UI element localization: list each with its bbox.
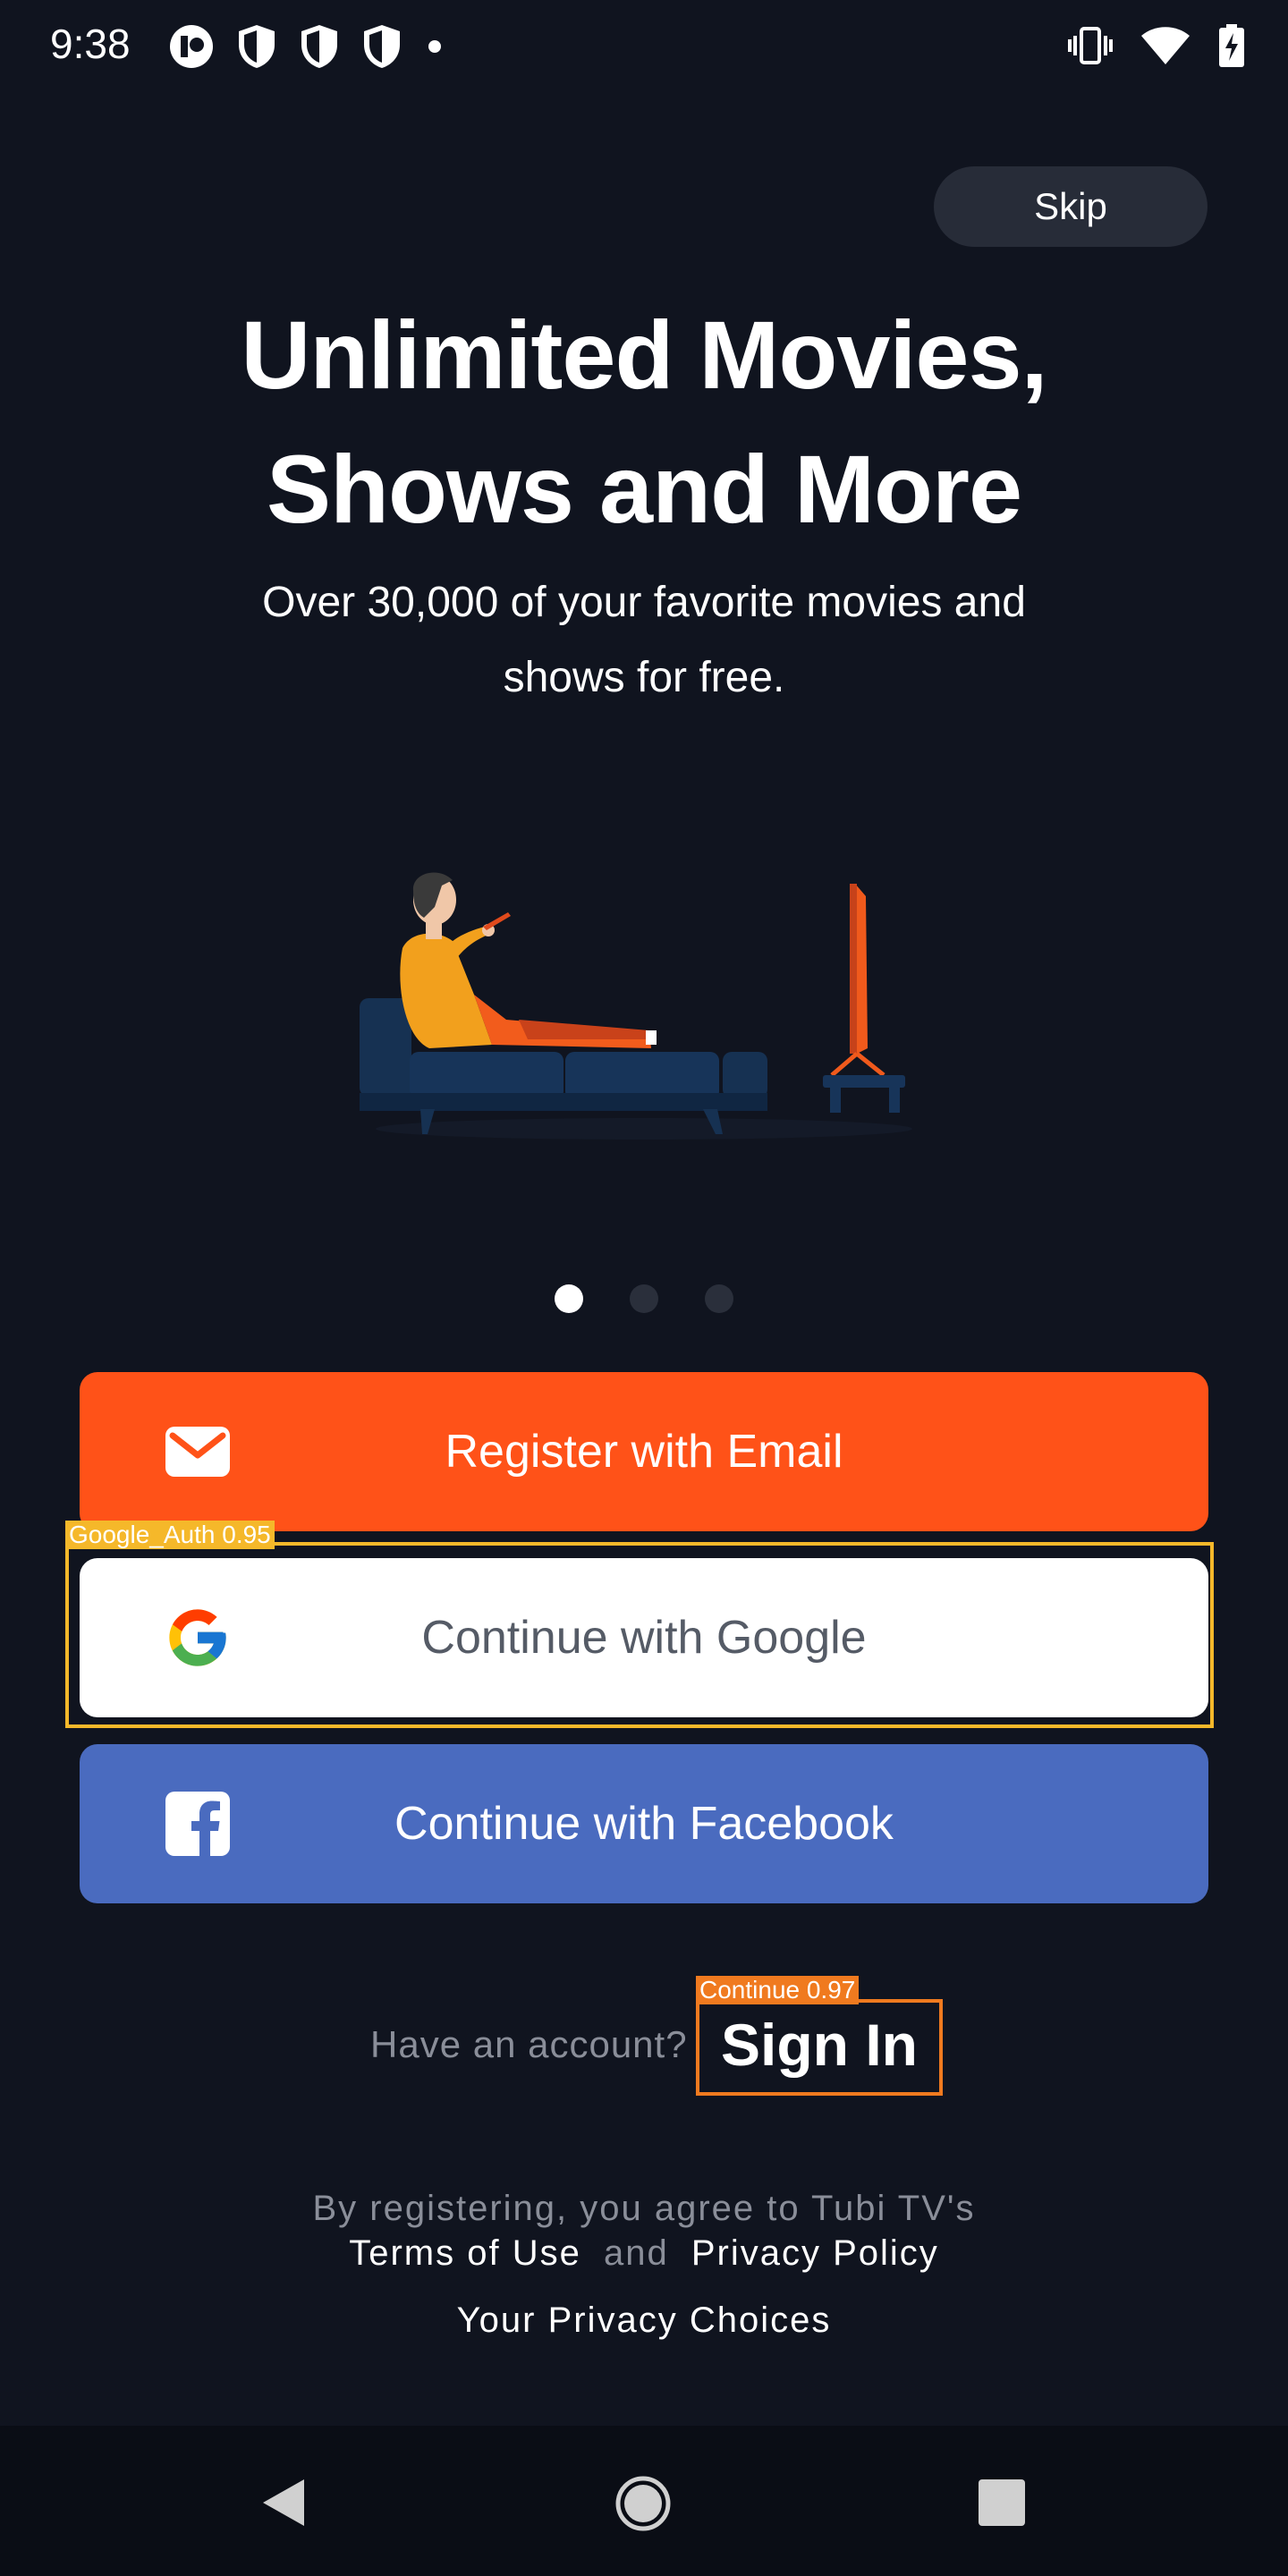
legal-disclaimer: By registering, you agree to Tubi TV's [312,2189,976,2228]
detection-label-google: Google_Auth 0.95 [65,1521,275,1549]
facebook-icon [165,1792,230,1856]
home-icon[interactable] [614,2474,673,2533]
skip-button[interactable]: Skip [934,166,1208,247]
back-icon[interactable] [258,2476,311,2529]
register-email-button[interactable]: Register with Email [80,1372,1208,1531]
legal-links: Terms of Use and Privacy Policy [0,2231,1288,2275]
page-title-line-1: Unlimited Movies, [241,301,1047,409]
status-icons-left [168,23,445,70]
detection-box-sign-in [696,1999,943,2096]
carousel-dot[interactable] [705,1284,733,1313]
facebook-signin-label: Continue with Facebook [394,1798,894,1850]
privacy-choices-link[interactable]: Your Privacy Choices [0,2301,1288,2341]
facebook-signin-button[interactable]: Continue with Facebook [80,1744,1208,1903]
wifi-icon [1141,27,1190,64]
google-icon [169,1609,226,1666]
carousel-indicator [555,1284,733,1313]
carousel-dot-active[interactable] [555,1284,583,1313]
recents-icon[interactable] [977,2478,1027,2528]
carousel-dot[interactable] [630,1284,658,1313]
have-account-text: Have an account? [370,2023,688,2065]
status-time: 9:38 [50,21,131,67]
terms-of-use-link[interactable]: Terms of Use [349,2233,581,2273]
shield-icon [239,25,275,68]
app-notification-icon [170,25,213,68]
page-subtitle-line-2: shows for free. [503,654,785,701]
page-title-line-2: Shows and More [266,435,1022,543]
system-nav-bar [0,2426,1288,2576]
dot-icon [428,40,441,53]
privacy-policy-link[interactable]: Privacy Policy [691,2233,939,2273]
legal-text: By registering, you agree to Tubi TV's T… [0,2186,1288,2275]
shield-icon [364,25,400,68]
page-subtitle-line-1: Over 30,000 of your favorite movies and [262,579,1026,626]
page-subtitle: Over 30,000 of your favorite movies and … [161,565,1127,716]
page-title: Unlimited Movies, Shows and More [0,288,1288,556]
battery-charging-icon [1219,24,1244,67]
mail-icon [165,1427,230,1477]
vibrate-icon [1068,27,1113,64]
register-email-label: Register with Email [445,1426,843,1478]
shield-icon [301,25,337,68]
google-signin-label: Continue with Google [421,1612,867,1664]
status-icons-right [1068,23,1245,68]
detection-label-sign-in: Continue 0.97 [696,1976,860,2004]
onboarding-illustration [360,872,912,1140]
account-row: Have an account? Sign In [0,2000,1288,2089]
google-signin-button[interactable]: Continue with Google [80,1558,1208,1717]
legal-and-text: and [603,2233,669,2273]
status-bar: 9:38 [0,0,1288,89]
